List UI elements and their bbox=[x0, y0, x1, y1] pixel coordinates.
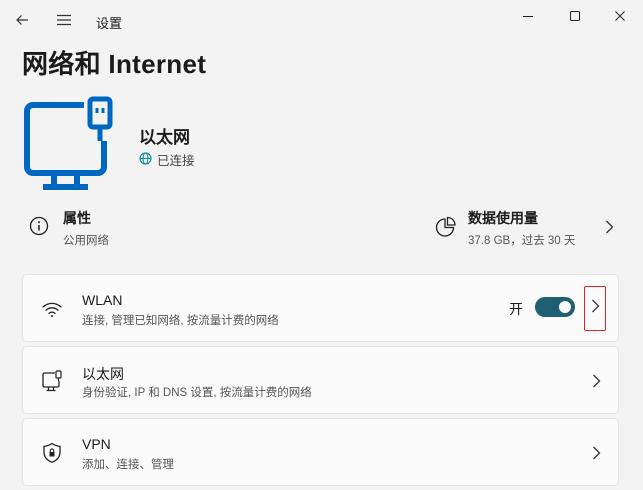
toggle-knob bbox=[559, 301, 571, 313]
properties-row: 属性 公用网络 数据使用量 37.8 GB，过去 30 天 bbox=[22, 203, 622, 253]
title-bar: 设置 bbox=[0, 0, 643, 44]
chevron-right-icon bbox=[590, 298, 600, 319]
properties-sub: 公用网络 bbox=[63, 235, 109, 247]
data-usage-label: 数据使用量 bbox=[468, 210, 538, 226]
chevron-right-icon bbox=[588, 444, 604, 462]
ethernet-title: 以太网 bbox=[82, 366, 124, 382]
wlan-sub: 连接, 管理已知网络, 按流量计费的网络 bbox=[82, 315, 279, 327]
back-arrow-icon[interactable] bbox=[8, 6, 36, 34]
chevron-right-icon bbox=[604, 219, 614, 240]
wlan-expand-button[interactable] bbox=[584, 286, 606, 331]
chevron-right-icon bbox=[588, 372, 604, 390]
ethernet-icon bbox=[40, 369, 64, 393]
app-title: 设置 bbox=[96, 16, 123, 31]
vpn-title: VPN bbox=[82, 436, 111, 452]
page-title: 网络和 Internet bbox=[22, 49, 207, 79]
properties-link[interactable]: 属性 公用网络 bbox=[22, 203, 302, 253]
ethernet-monitor-icon bbox=[22, 96, 118, 197]
maximize-icon[interactable] bbox=[552, 0, 598, 32]
connection-status: 已连接 bbox=[139, 150, 195, 169]
wlan-card[interactable]: WLAN 连接, 管理已知网络, 按流量计费的网络 开 bbox=[22, 274, 619, 342]
ethernet-hero: 以太网 已连接 bbox=[22, 96, 622, 196]
data-usage-sub: 37.8 GB，过去 30 天 bbox=[468, 235, 576, 247]
wlan-toggle-label: 开 bbox=[509, 301, 523, 317]
ethernet-sub: 身份验证, IP 和 DNS 设置, 按流量计费的网络 bbox=[82, 387, 312, 399]
ethernet-card[interactable]: 以太网 身份验证, IP 和 DNS 设置, 按流量计费的网络 bbox=[22, 346, 619, 414]
status-text: 已连接 bbox=[157, 154, 195, 168]
wlan-title: WLAN bbox=[82, 292, 123, 308]
pie-chart-icon bbox=[435, 216, 457, 243]
connection-name: 以太网 bbox=[139, 128, 190, 147]
shield-icon bbox=[40, 441, 64, 465]
wifi-icon bbox=[40, 297, 64, 321]
vpn-card[interactable]: VPN 添加、连接、管理 bbox=[22, 418, 619, 486]
info-icon bbox=[29, 216, 49, 241]
globe-icon bbox=[139, 151, 152, 168]
close-icon[interactable] bbox=[597, 0, 643, 32]
properties-label: 属性 bbox=[63, 210, 91, 226]
vpn-sub: 添加、连接、管理 bbox=[82, 459, 174, 471]
minimize-icon[interactable] bbox=[505, 0, 551, 32]
data-usage-link[interactable]: 数据使用量 37.8 GB，过去 30 天 bbox=[432, 203, 622, 253]
wlan-toggle[interactable] bbox=[535, 297, 575, 317]
hamburger-menu-icon[interactable] bbox=[50, 6, 78, 34]
